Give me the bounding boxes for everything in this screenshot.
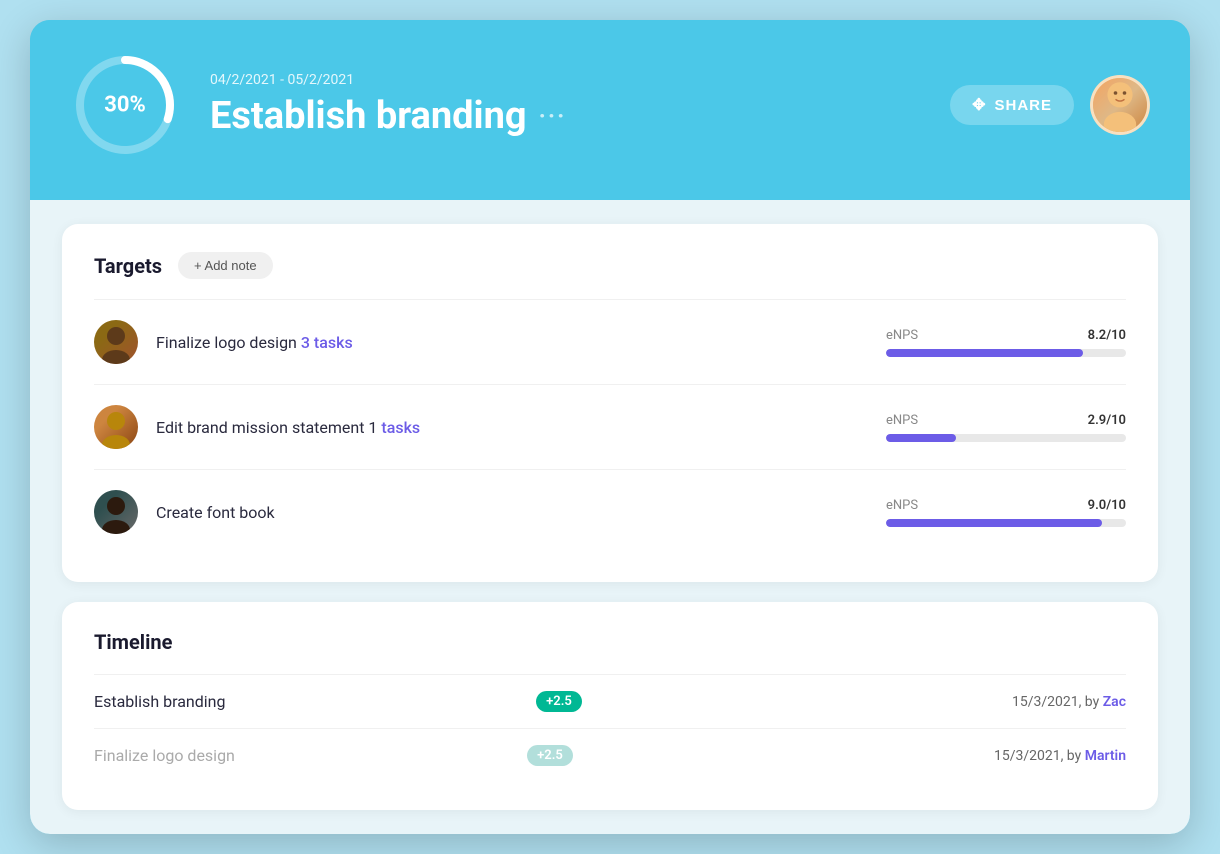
- timeline-item-1: Establish branding +2.5 15/3/2021, by Za…: [94, 674, 1126, 728]
- target-item-3: Create font book eNPS 9.0/10: [94, 469, 1126, 554]
- share-label: SHARE: [994, 97, 1052, 114]
- timeline-date-2: 15/3/2021, by: [994, 748, 1085, 764]
- app-container: 30% 04/2/2021 - 05/2/2021 Establish bran…: [30, 20, 1190, 834]
- header-title: Establish branding ···: [210, 94, 920, 138]
- timeline-card-header: Timeline: [94, 630, 1126, 654]
- timeline-user-2[interactable]: Martin: [1085, 748, 1126, 764]
- target-item-2: Edit brand mission statement 1 tasks eNP…: [94, 384, 1126, 469]
- timeline-title: Timeline: [94, 630, 172, 654]
- target-metric-2: eNPS 2.9/10: [886, 413, 1126, 442]
- progress-bar-container-2: [886, 434, 1126, 442]
- header-dots: ···: [539, 102, 567, 130]
- target-text-2: Edit brand mission statement 1 tasks: [156, 418, 886, 437]
- header: 30% 04/2/2021 - 05/2/2021 Establish bran…: [30, 20, 1190, 200]
- metric-header-2: eNPS 2.9/10: [886, 413, 1126, 428]
- target-label-3: Create font book: [156, 503, 275, 522]
- target-metric-3: eNPS 9.0/10: [886, 498, 1126, 527]
- progress-bar-container-1: [886, 349, 1126, 357]
- timeline-label-1: Establish branding: [94, 692, 524, 711]
- title-text: Establish branding: [210, 94, 527, 138]
- timeline-date-1: 15/3/2021, by: [1012, 694, 1103, 710]
- progress-ring: 30%: [70, 50, 180, 160]
- target-metric-1: eNPS 8.2/10: [886, 328, 1126, 357]
- timeline-meta-1: 15/3/2021, by Zac: [1012, 694, 1126, 710]
- timeline-badge-2: +2.5: [527, 745, 573, 766]
- progress-bar-fill-2: [886, 434, 956, 442]
- progress-bar-container-3: [886, 519, 1126, 527]
- add-note-button[interactable]: + Add note: [178, 252, 273, 279]
- metric-header-3: eNPS 9.0/10: [886, 498, 1126, 513]
- metric-value-3: 9.0/10: [1088, 498, 1126, 513]
- target-text-3: Create font book: [156, 503, 886, 522]
- timeline-label-2: Finalize logo design: [94, 746, 515, 765]
- progress-percent-label: 30%: [104, 93, 146, 118]
- header-date: 04/2/2021 - 05/2/2021: [210, 72, 920, 88]
- target-link-1[interactable]: 3 tasks: [301, 333, 353, 352]
- metric-label-1: eNPS: [886, 328, 918, 343]
- timeline-card: Timeline Establish branding +2.5 15/3/20…: [62, 602, 1158, 810]
- metric-header-1: eNPS 8.2/10: [886, 328, 1126, 343]
- target-link-2[interactable]: tasks: [381, 418, 420, 437]
- share-icon: ✥: [972, 95, 986, 115]
- header-actions: ✥ SHARE: [950, 75, 1150, 135]
- metric-value-1: 8.2/10: [1088, 328, 1126, 343]
- metric-label-2: eNPS: [886, 413, 918, 428]
- metric-value-2: 2.9/10: [1088, 413, 1126, 428]
- avatar-image: [1093, 78, 1147, 132]
- user-avatar: [1090, 75, 1150, 135]
- target-label-1: Finalize logo design: [156, 333, 301, 352]
- timeline-badge-1: +2.5: [536, 691, 582, 712]
- header-info: 04/2/2021 - 05/2/2021 Establish branding…: [210, 72, 920, 138]
- targets-card: Targets + Add note Finalize logo design …: [62, 224, 1158, 582]
- targets-title: Targets: [94, 254, 162, 278]
- targets-card-header: Targets + Add note: [94, 252, 1126, 279]
- target-text-1: Finalize logo design 3 tasks: [156, 333, 886, 352]
- main-content: Targets + Add note Finalize logo design …: [30, 200, 1190, 834]
- target-avatar-1: [94, 320, 138, 364]
- timeline-meta-2: 15/3/2021, by Martin: [994, 748, 1126, 764]
- progress-bar-fill-3: [886, 519, 1102, 527]
- target-label-2: Edit brand mission statement 1: [156, 418, 381, 437]
- progress-bar-fill-1: [886, 349, 1083, 357]
- share-button[interactable]: ✥ SHARE: [950, 85, 1074, 125]
- timeline-user-1[interactable]: Zac: [1103, 694, 1126, 710]
- metric-label-3: eNPS: [886, 498, 918, 513]
- target-avatar-2: [94, 405, 138, 449]
- target-item: Finalize logo design 3 tasks eNPS 8.2/10: [94, 299, 1126, 384]
- timeline-item-2: Finalize logo design +2.5 15/3/2021, by …: [94, 728, 1126, 782]
- target-avatar-3: [94, 490, 138, 534]
